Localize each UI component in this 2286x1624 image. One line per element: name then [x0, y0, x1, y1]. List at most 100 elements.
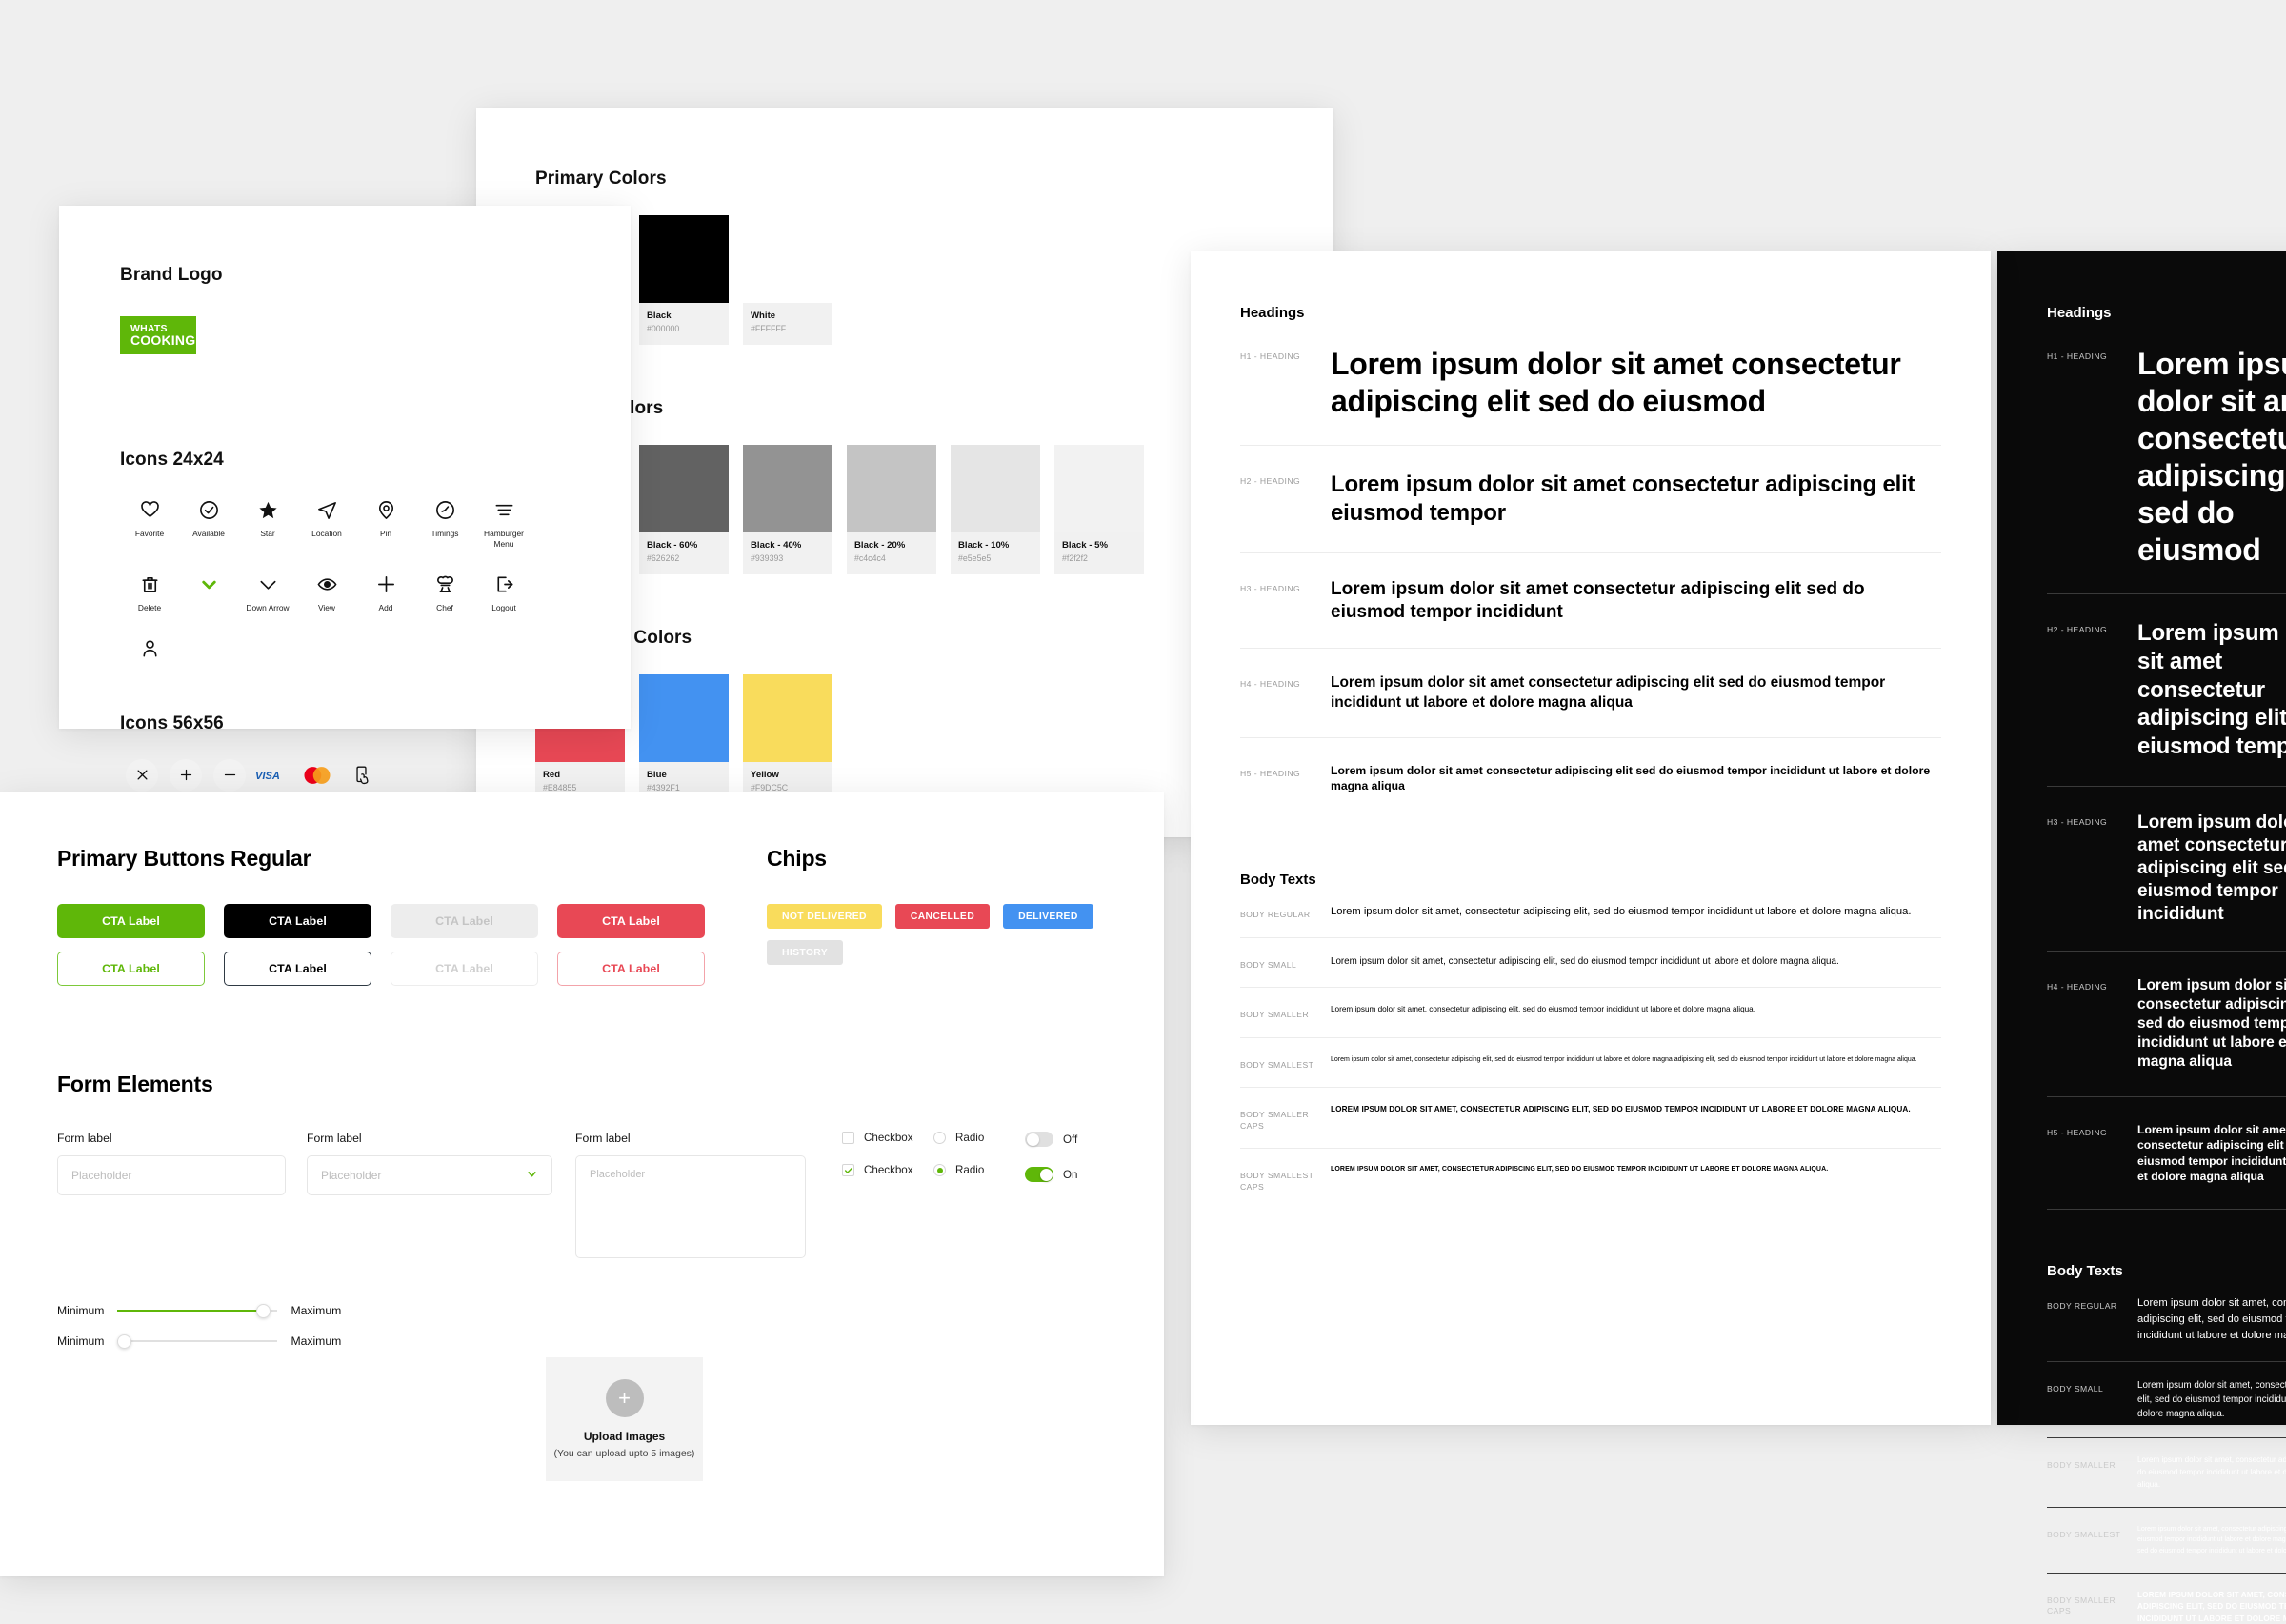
slider-2-knob[interactable] — [117, 1333, 132, 1349]
trash-icon — [139, 570, 161, 598]
type-tag: H1 - HEADING — [2047, 351, 2108, 361]
color-swatch: White #FFFFFF — [743, 215, 832, 345]
icon-cell-heart[interactable]: Favorite — [120, 495, 179, 549]
chips-row-primary: NOT DELIVERED CANCELLED DELIVERED — [767, 904, 1093, 929]
eye-icon — [316, 570, 338, 598]
icon-cell-send[interactable]: Location — [297, 495, 356, 549]
icon-cell-logout[interactable]: Logout — [474, 570, 533, 613]
slider-max-filled[interactable]: Minimum Maximum — [57, 1303, 1107, 1318]
color-name: Black - 20% — [854, 540, 906, 551]
icon-cell-chevron-down-green[interactable] — [179, 570, 238, 613]
cta-button[interactable]: CTA Label — [391, 904, 538, 938]
type-sample: Lorem ipsum dolor sit amet consectetur a… — [2137, 347, 2286, 568]
color-chip — [743, 445, 832, 532]
icon-cell-eye[interactable]: View — [297, 570, 356, 613]
shades-colors-row: Black - 80%#313131Black - 60%#626262Blac… — [535, 445, 1274, 574]
checkbox-check-icon — [842, 1164, 854, 1176]
type-specimen-row: H5 - HEADING Lorem ipsum dolor sit amet c… — [1240, 738, 1941, 818]
type-specimen-row: H2 - HEADING Lorem ipsum dolor sit amet c… — [2047, 594, 2286, 787]
type-sample: Lorem ipsum dolor sit amet consectetur a… — [1331, 471, 1915, 526]
type-sample: Lorem ipsum dolor sit amet, consectetur … — [1331, 905, 1912, 917]
color-swatch: Black - 5% #f2f2f2 — [1054, 445, 1144, 574]
upload-images-dropzone[interactable]: + Upload Images (You can upload upto 5 i… — [546, 1357, 703, 1481]
color-swatch: Black - 10% #e5e5e5 — [951, 445, 1040, 574]
icon-cell-chevron-down[interactable]: Down Arrow — [238, 570, 297, 613]
icon-cell-check-circle[interactable]: Available — [179, 495, 238, 549]
color-swatch: Black - 60% #626262 — [639, 445, 729, 574]
icon-cell-clock[interactable]: Timings — [415, 495, 474, 549]
color-hex: #000000 — [647, 324, 680, 333]
cta-button[interactable]: CTA Label — [224, 952, 371, 986]
type-tag: BODY SMALLEST CAPS — [1240, 1171, 1314, 1193]
cta-button[interactable]: CTA Label — [557, 904, 705, 938]
brand-logo-line2: COOKING — [130, 332, 196, 349]
icon-cell-map-pin[interactable]: Pin — [356, 495, 415, 549]
minus-icon — [213, 758, 246, 792]
type-sample: Lorem ipsum dolor sit amet, consectetur … — [2137, 1296, 2286, 1342]
body-texts-list: BODY REGULAR Lorem ipsum dolor sit amet, … — [1240, 888, 1941, 1210]
textarea-input[interactable]: Placeholder — [575, 1155, 806, 1258]
radio-selected[interactable]: Radio — [933, 1164, 1025, 1176]
color-hex: #FFFFFF — [751, 324, 787, 333]
slider-2-track[interactable] — [117, 1333, 278, 1349]
color-chip — [743, 215, 832, 303]
radio-selected-label: Radio — [955, 1164, 985, 1176]
color-name: Blue — [647, 770, 667, 780]
form-elements-title: Form Elements — [57, 1072, 213, 1096]
chips-rows: NOT DELIVERED CANCELLED DELIVERED HISTORY — [767, 904, 1093, 965]
status-chip[interactable]: HISTORY — [767, 940, 844, 965]
body-texts-list-dark: BODY REGULAR Lorem ipsum dolor sit amet, … — [2047, 1279, 2286, 1624]
slider-min-empty[interactable]: Minimum Maximum — [57, 1333, 1107, 1349]
visa-icon: VISA — [255, 759, 291, 792]
toggle-off[interactable]: Off — [1025, 1132, 1116, 1147]
select-input[interactable]: Placeholder — [307, 1155, 552, 1195]
toggle-off-switch[interactable] — [1025, 1132, 1053, 1147]
check-circle-icon — [198, 495, 220, 524]
type-sample: Lorem ipsum dolor sit amet, consectetur … — [2137, 1379, 2286, 1420]
tap-to-pay-icon — [351, 759, 371, 792]
icons-24-grid: Favorite Available Star Location Pin Timings H… — [120, 495, 539, 689]
icon-label: Timings — [431, 529, 459, 538]
slider-1-knob[interactable] — [256, 1303, 271, 1318]
icon-cell-hamburger-menu[interactable]: Hamburger Menu — [474, 495, 533, 549]
radio-unselected-label: Radio — [955, 1132, 985, 1144]
icon-label: View — [317, 603, 335, 612]
icon-cell-user[interactable] — [120, 634, 179, 668]
icon-label: Favorite — [134, 529, 165, 538]
type-tag: BODY REGULAR — [2047, 1300, 2117, 1311]
color-chip — [743, 674, 832, 762]
type-tag: BODY SMALLER CAPS — [1240, 1110, 1310, 1131]
type-tag: BODY SMALLER — [2047, 1460, 2116, 1471]
cta-button[interactable]: CTA Label — [57, 952, 205, 986]
icon-cell-chef[interactable]: Chef — [415, 570, 474, 613]
color-swatch: Yellow #F9DC5C — [743, 674, 832, 804]
cta-button[interactable]: CTA Label — [557, 952, 705, 986]
status-chip[interactable]: NOT DELIVERED — [767, 904, 882, 929]
text-input[interactable]: Placeholder — [57, 1155, 286, 1195]
cta-button[interactable]: CTA Label — [57, 904, 205, 938]
type-sample: Lorem ipsum dolor sit amet consectetur a… — [1331, 578, 1865, 622]
toggle-on-switch[interactable] — [1025, 1167, 1053, 1182]
color-meta: Black - 20% #c4c4c4 — [847, 532, 936, 574]
color-name: Black - 10% — [958, 540, 1010, 551]
icon-cell-plus[interactable]: Add — [356, 570, 415, 613]
checkbox-checked[interactable]: Checkbox — [842, 1164, 933, 1176]
icon-cell-trash[interactable]: Delete — [120, 570, 179, 613]
icon-cell-star[interactable]: Star — [238, 495, 297, 549]
status-chip[interactable]: CANCELLED — [894, 904, 991, 929]
map-pin-icon — [375, 495, 397, 524]
radio-empty-icon — [933, 1132, 946, 1144]
form-label-2: Form label — [307, 1132, 362, 1145]
headings-list-dark: H1 - HEADING Lorem ipsum dolor sit amet c… — [2047, 321, 2286, 1210]
toggle-on[interactable]: On — [1025, 1167, 1116, 1182]
cta-button[interactable]: CTA Label — [224, 904, 371, 938]
plus-icon[interactable]: + — [605, 1379, 644, 1417]
color-meta: Black - 60% #626262 — [639, 532, 729, 574]
radio-unselected[interactable]: Radio — [933, 1132, 1025, 1144]
status-chip[interactable]: DELIVERED — [1003, 904, 1093, 929]
chevron-down-green-icon — [198, 570, 220, 598]
slider-1-track[interactable] — [117, 1303, 278, 1318]
cta-button[interactable]: CTA Label — [391, 952, 538, 986]
color-swatch: Black - 40% #939393 — [743, 445, 832, 574]
checkbox-unchecked[interactable]: Checkbox — [842, 1132, 933, 1144]
